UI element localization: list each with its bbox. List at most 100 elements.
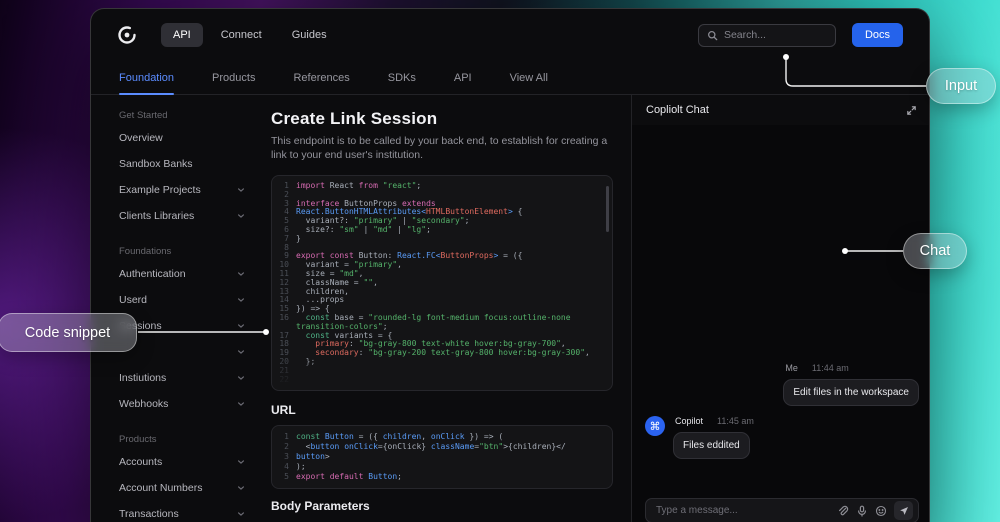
sidebar-item-transactions[interactable]: Transactions bbox=[119, 501, 245, 522]
code-line: 7} bbox=[278, 233, 606, 244]
code-line: 5 export default Button; bbox=[278, 472, 606, 482]
message-meta: Copilot 11:45 am bbox=[675, 416, 754, 426]
sidebar-section-foundations: Foundations bbox=[119, 245, 172, 257]
code-block-1: 1 import React from "react"; 2 3 interface B… bbox=[271, 175, 613, 392]
docs-button[interactable]: Docs bbox=[851, 23, 903, 47]
sidebar-item-userd[interactable]: Userd bbox=[119, 287, 245, 313]
subnav-item-sdks[interactable]: SDKs bbox=[388, 61, 416, 94]
search-input[interactable] bbox=[723, 29, 827, 41]
body-parameters-heading: Body Parameters bbox=[271, 499, 370, 514]
sidebar-item-label: Overview bbox=[119, 132, 163, 144]
sidebar-item-label: Account Numbers bbox=[119, 482, 203, 494]
chat-body: Me 11:44 am Edit files in the workspace … bbox=[632, 125, 929, 522]
line-number: 16 bbox=[279, 312, 289, 322]
callout-code-snippet: Code snippet bbox=[0, 313, 137, 352]
code-line: 21 bbox=[278, 366, 606, 376]
message-input[interactable] bbox=[656, 505, 830, 516]
line-number: 2 bbox=[284, 442, 289, 452]
page-description: This endpoint is to be called by your ba… bbox=[271, 135, 608, 161]
app-window: APIConnectGuides Docs FoundationProducts… bbox=[90, 8, 930, 522]
sidebar-section-products: Products bbox=[119, 433, 157, 445]
subnav-item-products[interactable]: Products bbox=[212, 61, 255, 94]
code-text: const base = "rounded-lg font-medium foc… bbox=[296, 312, 576, 331]
sidebar-item-label: Accounts bbox=[119, 456, 163, 468]
sidebar-item-account-numbers[interactable]: Account Numbers bbox=[119, 475, 245, 501]
code-text: size?: "sm" | "md" | "lg"; bbox=[296, 224, 431, 234]
chevron-down-icon bbox=[237, 510, 245, 518]
send-button[interactable] bbox=[894, 501, 913, 520]
subnav-item-references[interactable]: References bbox=[293, 61, 349, 94]
sidebar-item-sessions[interactable]: Sessions bbox=[119, 313, 245, 339]
attachment-icon[interactable] bbox=[837, 505, 849, 517]
chevron-down-icon bbox=[237, 186, 245, 194]
url-heading: URL bbox=[271, 403, 296, 418]
brand-logo-icon bbox=[117, 25, 137, 45]
subnav-item-api[interactable]: API bbox=[454, 61, 472, 94]
code-line: 16 const base = "rounded-lg font-medium … bbox=[278, 312, 606, 332]
screenshot-stage: APIConnectGuides Docs FoundationProducts… bbox=[0, 0, 1000, 522]
sidebar-item-label: Authentication bbox=[119, 268, 186, 280]
subnav: Foundation Products References SDKs API View … bbox=[91, 61, 929, 95]
topnav-item-api[interactable]: API bbox=[161, 23, 203, 47]
chevron-down-icon bbox=[237, 348, 245, 356]
topnav-item-guides[interactable]: Guides bbox=[280, 23, 339, 47]
code-text: ...props bbox=[296, 295, 345, 305]
chat-message-copilot: ⌘ Copilot 11:45 am Files eddited bbox=[645, 416, 754, 459]
chevron-down-icon bbox=[237, 296, 245, 304]
code-line: 19 secondary: "bg-gray-200 text-gray-800… bbox=[278, 348, 606, 358]
callout-chat: Chat bbox=[903, 233, 967, 269]
code-text: secondary: "bg-gray-200 text-gray-800 ho… bbox=[315, 348, 590, 358]
main-content: Create Link Session This endpoint is to … bbox=[256, 95, 631, 522]
expand-icon[interactable] bbox=[906, 105, 917, 116]
code-text: import React from "react"; bbox=[296, 181, 422, 190]
code-lines-1: 1 import React from "react"; 2 3 interface B… bbox=[278, 181, 606, 384]
chat-header: Copliolt Chat bbox=[632, 95, 929, 125]
search-icon bbox=[707, 30, 718, 40]
search-box[interactable] bbox=[697, 23, 836, 47]
topbar-nav: API Connect Guides bbox=[161, 23, 339, 47]
sidebar-item-obscured[interactable] bbox=[119, 339, 245, 365]
code-text: ); bbox=[296, 462, 306, 472]
subnav-item-view-all[interactable]: View All bbox=[510, 61, 548, 94]
message-meta: Me 11:44 am bbox=[785, 363, 848, 373]
copilot-chat-panel: Copliolt Chat Me 11:44 am Edit files in … bbox=[631, 95, 929, 522]
topbar: APIConnectGuides Docs bbox=[91, 9, 929, 61]
code-text: const Button = ({ children, onClick }) =… bbox=[296, 432, 504, 442]
code-scrollbar[interactable] bbox=[606, 186, 609, 232]
emoji-icon[interactable] bbox=[875, 505, 887, 517]
sidebar-item-clients-libraries[interactable]: Clients Libraries bbox=[119, 203, 245, 229]
sidebar-item-accounts[interactable]: Accounts bbox=[119, 449, 245, 475]
callout-chat-label: Chat bbox=[919, 243, 951, 259]
topnav-item-connect[interactable]: Connect bbox=[209, 23, 274, 47]
sidebar-item-sandbox-banks[interactable]: Sandbox Banks bbox=[119, 151, 245, 177]
sidebar-item-overview[interactable]: Overview bbox=[119, 125, 245, 151]
code-line: 1 import React from "react"; bbox=[278, 181, 606, 191]
microphone-icon[interactable] bbox=[856, 505, 868, 517]
sidebar-item-example-projects[interactable]: Example Projects bbox=[119, 177, 245, 203]
sidebar-item-label: Example Projects bbox=[119, 184, 201, 196]
chevron-down-icon bbox=[237, 322, 245, 330]
sidebar-item-authentication[interactable]: Authentication bbox=[119, 261, 245, 287]
sidebar-item-webhooks[interactable]: Webhooks bbox=[119, 391, 245, 417]
callout-code-snippet-label: Code snippet bbox=[24, 324, 111, 341]
code-line: 6 size?: "sm" | "md" | "lg"; bbox=[278, 224, 606, 235]
line-number: 1 bbox=[284, 432, 289, 442]
message-bubble: Edit files in the workspace bbox=[783, 379, 919, 406]
callout-input-label: Input bbox=[944, 78, 978, 94]
sidebar-item-label: Transactions bbox=[119, 508, 179, 520]
send-icon bbox=[899, 506, 908, 515]
sidebar-item-label: Sandbox Banks bbox=[119, 158, 193, 170]
code-block-2: 1 const Button = ({ children, onClick }) … bbox=[271, 425, 613, 490]
copilot-message-column: Copilot 11:45 am Files eddited bbox=[673, 416, 754, 459]
code-text: } bbox=[296, 233, 301, 243]
line-number: 22 bbox=[279, 374, 289, 384]
code-text: }; bbox=[296, 356, 316, 366]
code-line: 4); bbox=[278, 462, 606, 472]
chevron-down-icon bbox=[237, 458, 245, 466]
sidebar-item-instiutions[interactable]: Instiutions bbox=[119, 365, 245, 391]
line-number: 5 bbox=[284, 472, 289, 482]
copilot-avatar: ⌘ bbox=[645, 416, 665, 436]
subnav-item-foundation[interactable]: Foundation bbox=[119, 61, 175, 95]
chevron-down-icon bbox=[237, 212, 245, 220]
